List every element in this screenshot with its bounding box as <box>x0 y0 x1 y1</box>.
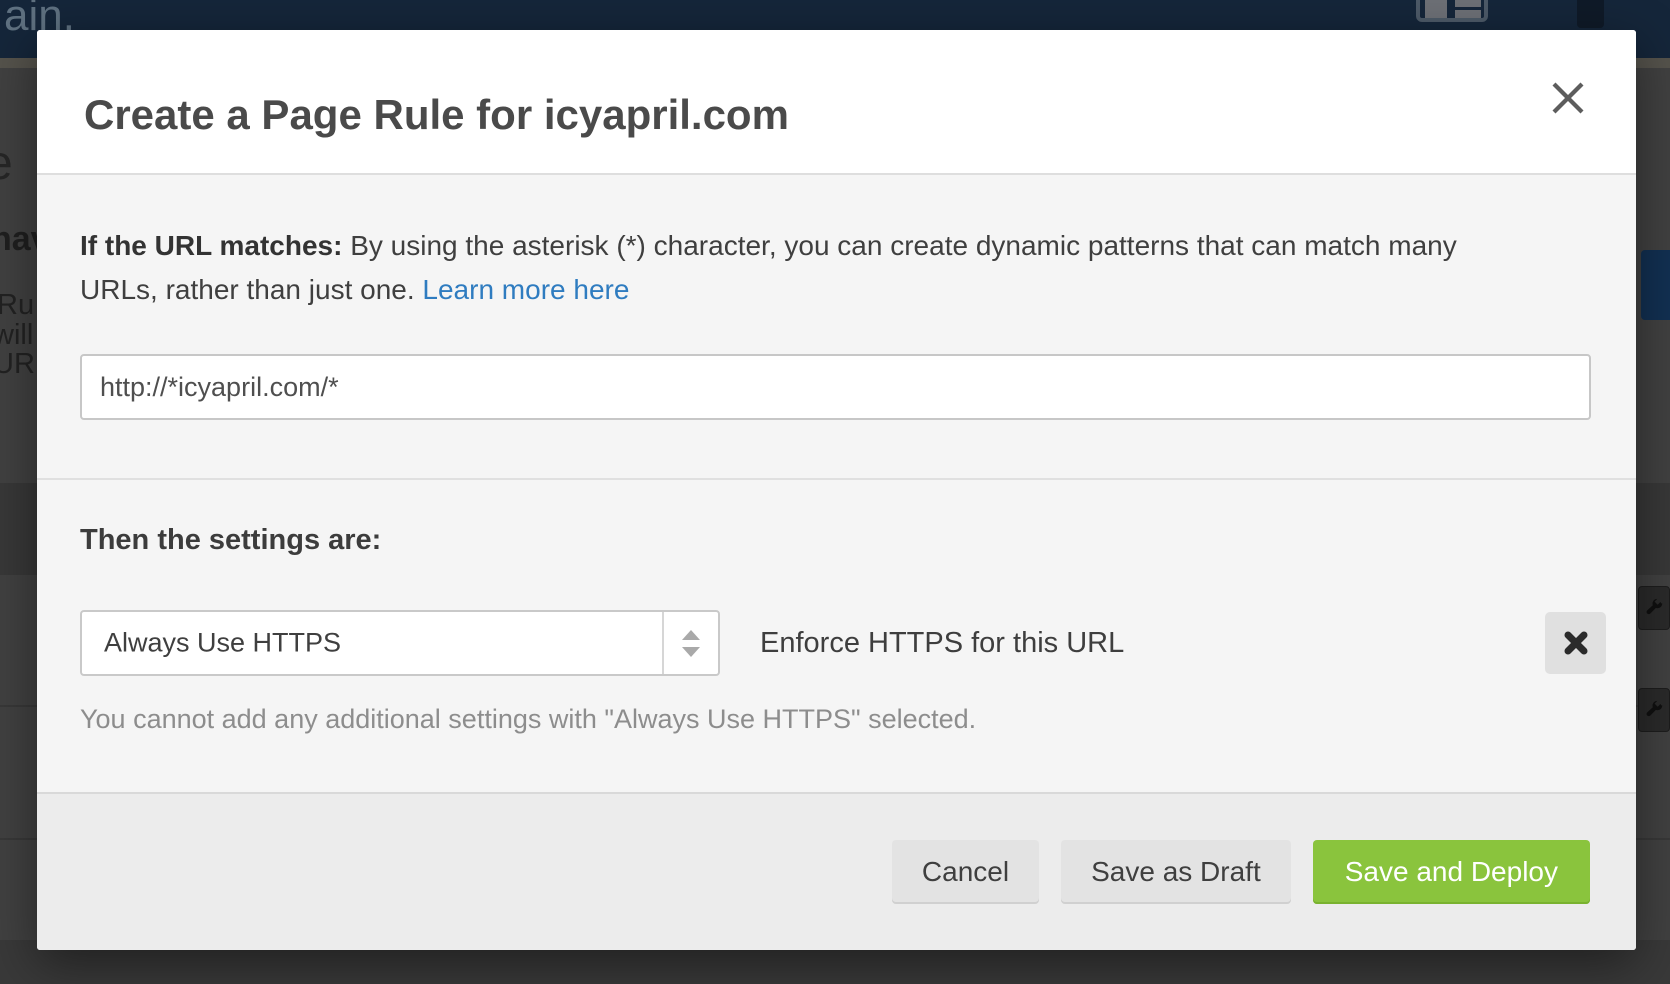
setting-select[interactable]: Always Use HTTPS <box>80 610 720 676</box>
save-as-draft-button[interactable]: Save as Draft <box>1061 840 1291 904</box>
modal-footer: Cancel Save as Draft Save and Deploy <box>37 792 1636 950</box>
learn-more-link[interactable]: Learn more here <box>422 274 629 305</box>
background-text-fragment: Ru <box>0 291 34 320</box>
url-match-lead: If the URL matches: <box>80 230 342 261</box>
background-blue-button-edge <box>1641 250 1670 320</box>
modal-header: Create a Page Rule for icyapril.com <box>37 30 1636 175</box>
close-icon <box>1550 80 1586 116</box>
layout-list-icon <box>1416 0 1488 22</box>
page-title: Create a Page Rule for icyapril.com <box>84 94 789 136</box>
url-pattern-input[interactable] <box>80 354 1591 420</box>
remove-setting-button[interactable] <box>1545 612 1606 674</box>
background-text-fragment: will <box>0 321 33 350</box>
create-page-rule-modal: Create a Page Rule for icyapril.com If t… <box>37 30 1636 950</box>
section-divider <box>37 478 1636 480</box>
url-match-description: If the URL matches: By using the asteris… <box>80 224 1480 312</box>
remove-x-icon <box>1563 630 1589 656</box>
chevron-down-icon <box>682 647 700 657</box>
setting-description: Enforce HTTPS for this URL <box>760 610 1124 676</box>
setting-select-value: Always Use HTTPS <box>104 628 341 659</box>
background-text-fragment: e <box>0 140 13 188</box>
header-dark-icon <box>1577 0 1604 28</box>
setting-note: You cannot add any additional settings w… <box>80 704 976 735</box>
background-text-fragment: UR <box>0 350 35 379</box>
wrench-icon <box>1638 688 1670 732</box>
close-button[interactable] <box>1546 76 1590 120</box>
settings-heading: Then the settings are: <box>80 526 381 555</box>
save-and-deploy-button[interactable]: Save and Deploy <box>1313 840 1590 904</box>
cancel-button[interactable]: Cancel <box>892 840 1039 904</box>
chevron-up-icon <box>682 630 700 640</box>
select-stepper-icon <box>662 612 718 674</box>
wrench-icon <box>1638 586 1670 630</box>
